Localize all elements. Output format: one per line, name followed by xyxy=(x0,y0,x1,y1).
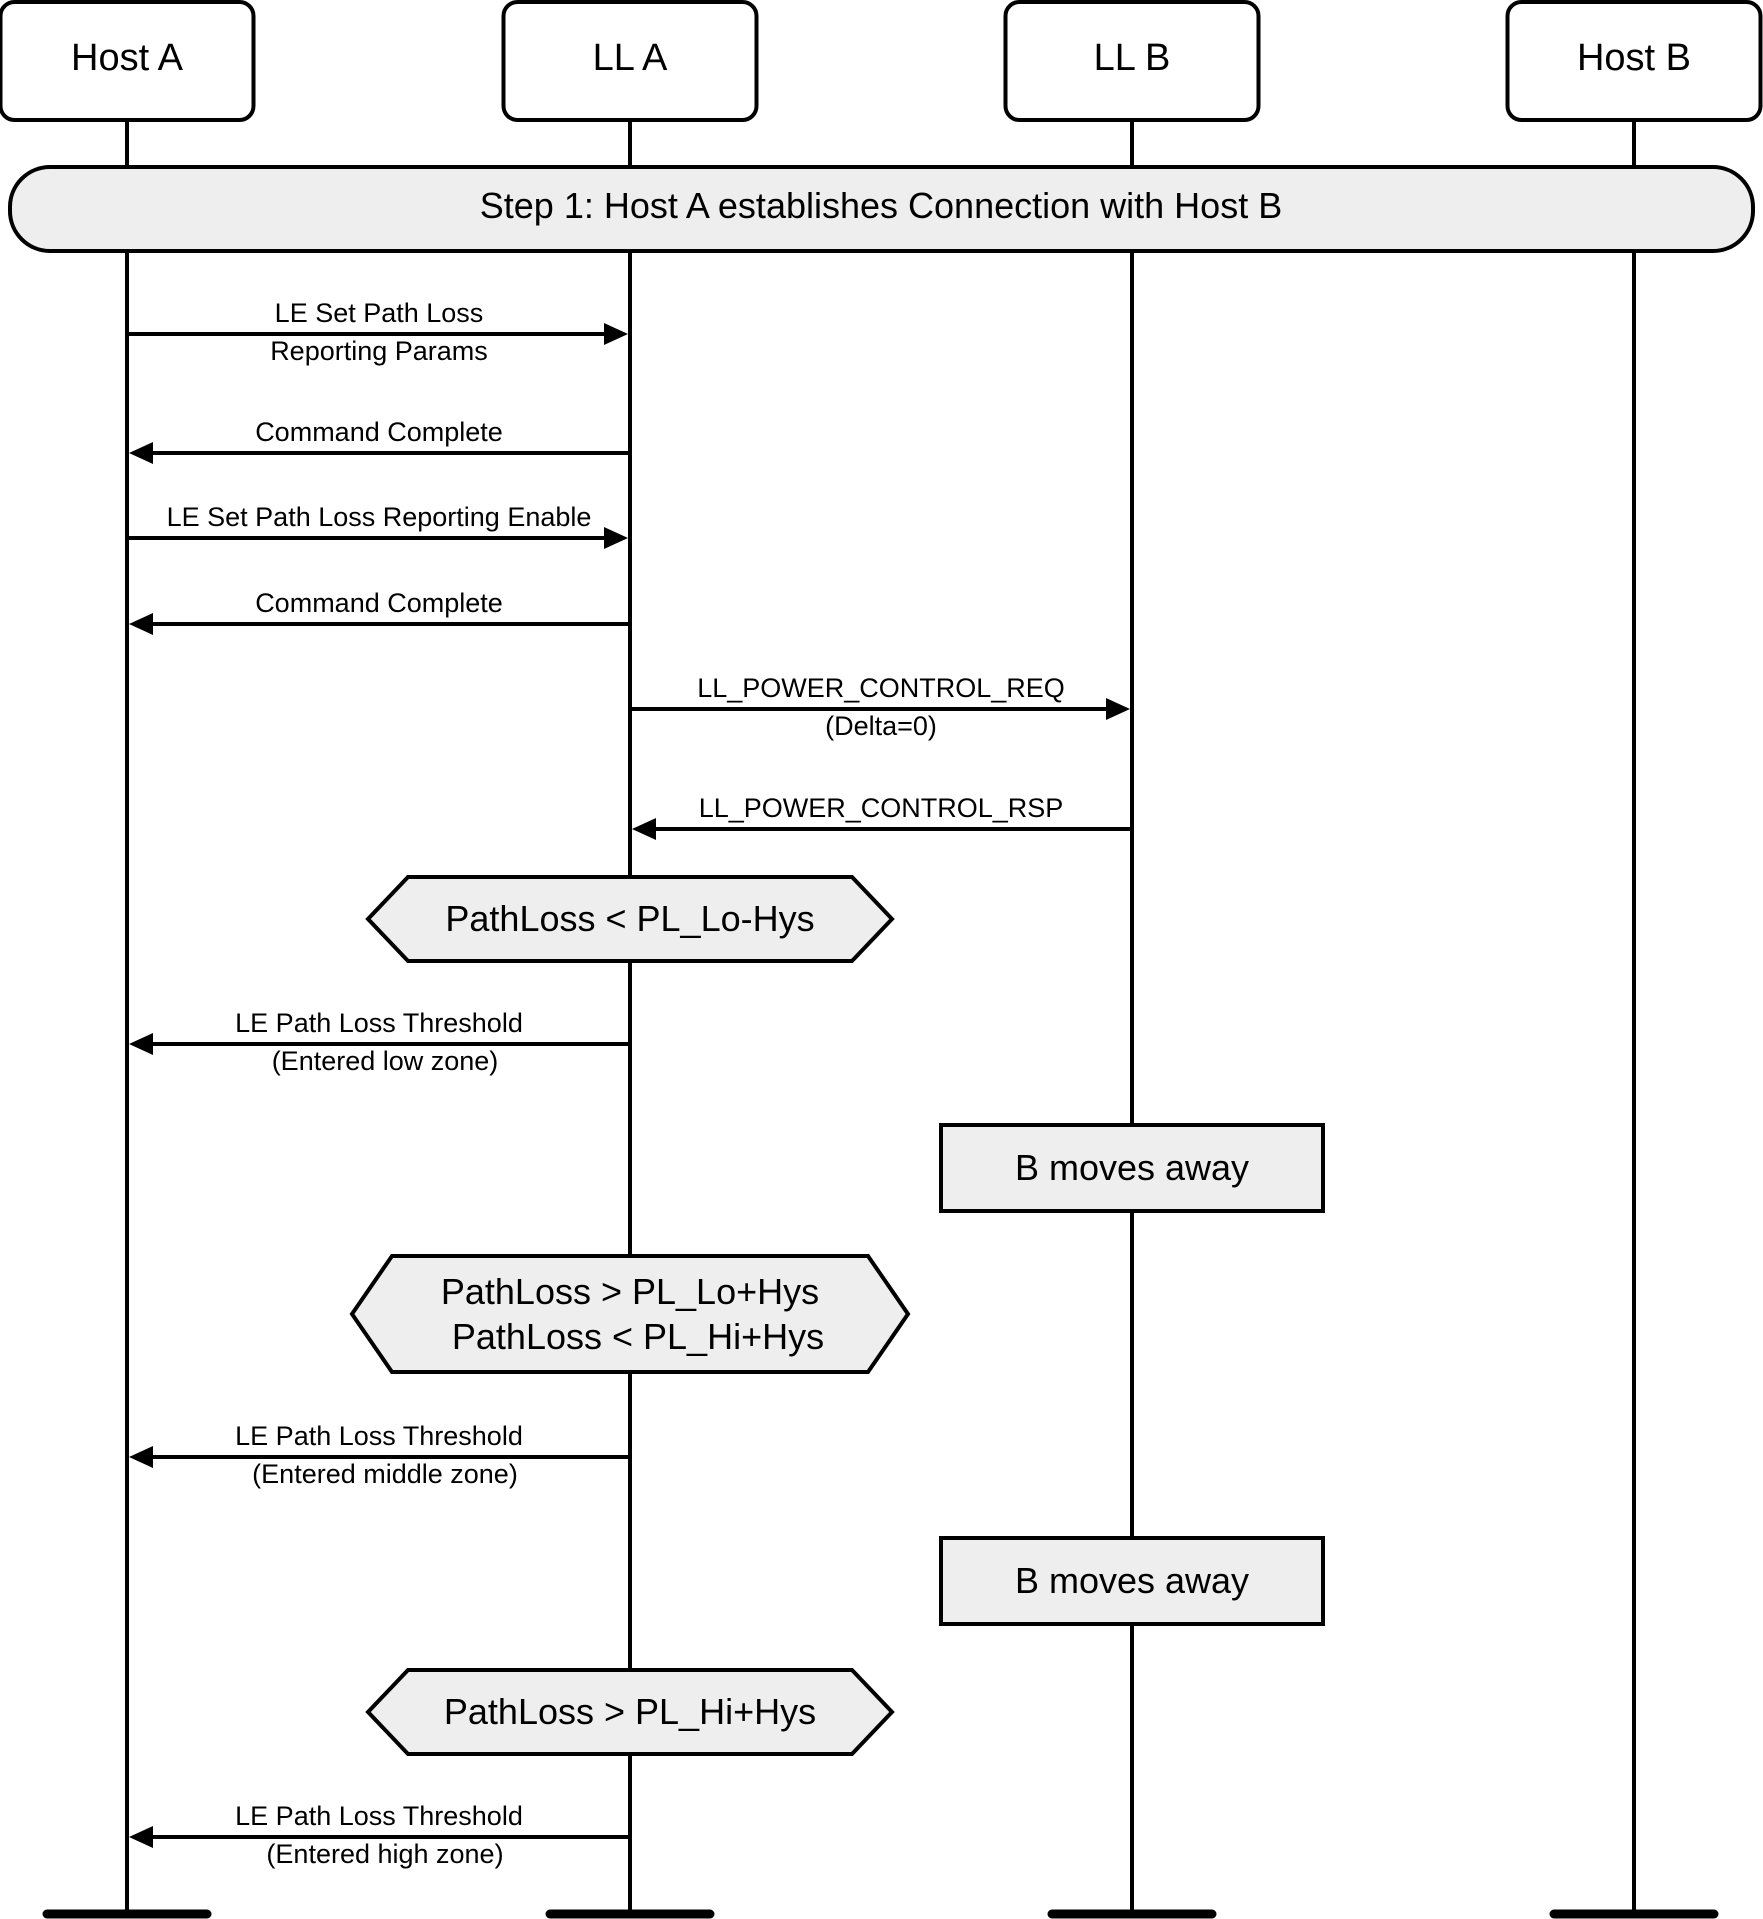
condition-label: PathLoss > PL_Hi+Hys xyxy=(444,1691,816,1732)
message-sublabel: (Entered high zone) xyxy=(266,1839,503,1869)
message-sublabel: (Entered low zone) xyxy=(272,1046,499,1076)
message-sublabel: Reporting Params xyxy=(270,336,488,366)
arrowhead-icon xyxy=(129,1446,153,1468)
message-label: LE Path Loss Threshold xyxy=(235,1421,523,1451)
participant-label-llB: LL B xyxy=(1094,37,1171,79)
arrowhead-icon xyxy=(129,1826,153,1848)
participant-label-hostA: Host A xyxy=(71,37,184,79)
message-label: LL_POWER_CONTROL_RSP xyxy=(699,793,1064,823)
message-label: LE Path Loss Threshold xyxy=(235,1008,523,1038)
arrowhead-icon xyxy=(604,527,628,549)
condition-label: PathLoss > PL_Lo+Hys xyxy=(441,1271,819,1312)
message-label: LE Set Path Loss xyxy=(275,298,484,328)
message-label: Command Complete xyxy=(255,588,503,618)
participant-label-hostB: Host B xyxy=(1577,37,1691,79)
condition-label: PathLoss < PL_Lo-Hys xyxy=(445,898,814,939)
arrowhead-icon xyxy=(129,442,153,464)
action-label: B moves away xyxy=(1015,1147,1249,1188)
condition-label: PathLoss < PL_Hi+Hys xyxy=(452,1316,824,1357)
arrowhead-icon xyxy=(1106,698,1130,720)
step-bar-label: Step 1: Host A establishes Connection wi… xyxy=(480,185,1282,226)
arrowhead-icon xyxy=(604,323,628,345)
message-label: LE Set Path Loss Reporting Enable xyxy=(167,502,592,532)
message-label: LL_POWER_CONTROL_REQ xyxy=(697,673,1065,703)
action-label: B moves away xyxy=(1015,1560,1249,1601)
message-sublabel: (Entered middle zone) xyxy=(252,1459,518,1489)
arrowhead-icon xyxy=(129,613,153,635)
participant-label-llA: LL A xyxy=(593,37,668,79)
sequence-diagram: Host A LL A LL B Host B Step 1: Host A estab… xyxy=(0,0,1763,1919)
message-label: LE Path Loss Threshold xyxy=(235,1801,523,1831)
arrowhead-icon xyxy=(632,818,656,840)
arrowhead-icon xyxy=(129,1033,153,1055)
message-label: Command Complete xyxy=(255,417,503,447)
message-sublabel: (Delta=0) xyxy=(825,711,937,741)
